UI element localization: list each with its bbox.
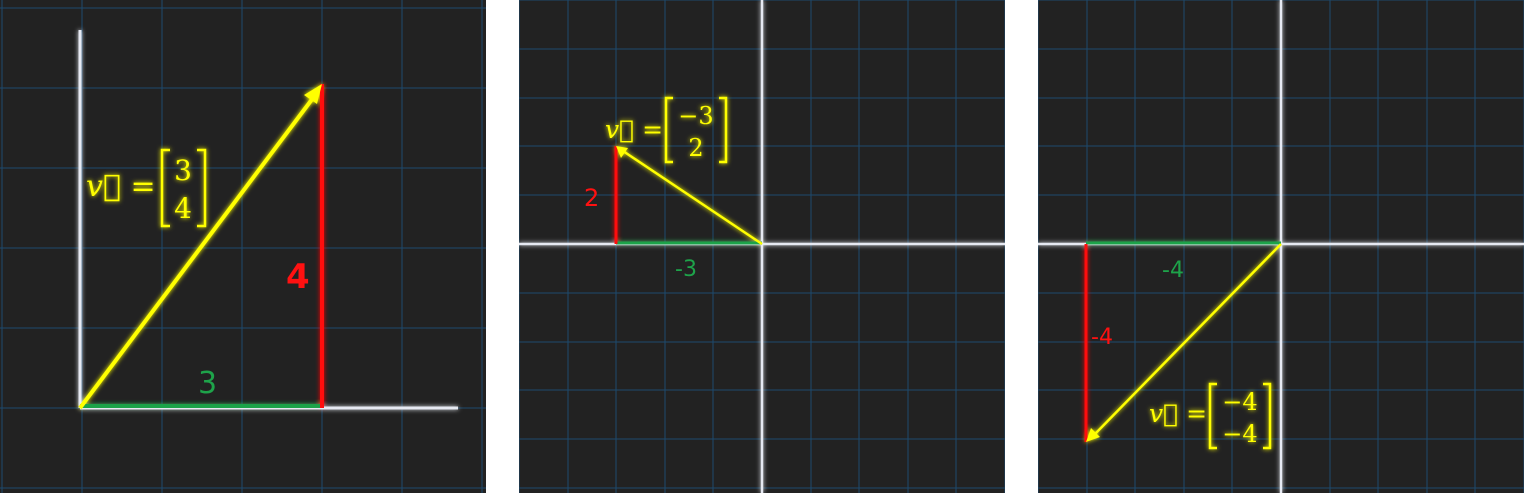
left-bracket [1208, 382, 1217, 450]
matrix-bottom: 4 [174, 192, 192, 225]
right-bracket [1263, 382, 1272, 450]
vector-label: v⃗ = [605, 115, 663, 144]
vector-panel-2: -3 2 v⃗ = −3 2 [519, 0, 1005, 493]
matrix-bottom: −4 [1222, 420, 1257, 448]
x-component-label: 3 [198, 366, 217, 401]
right-bracket [197, 148, 207, 228]
matrix-bottom: 2 [688, 134, 703, 162]
vector-panel-1: 3 4 v⃗ = 3 4 [0, 0, 486, 493]
coordinate-plane-3: -4 -4 v⃗ = −4 −4 [1038, 0, 1524, 493]
right-bracket [719, 96, 728, 164]
vector-equation: v⃗ = 3 4 [86, 148, 207, 228]
y-component-label: 4 [286, 257, 310, 297]
vector-arrow-line [622, 149, 763, 246]
matrix-top: −3 [678, 102, 713, 130]
grid-lines [0, 0, 486, 493]
vector-panel-3: -4 -4 v⃗ = −4 −4 [1038, 0, 1524, 493]
vector-label: v⃗ = [86, 169, 156, 204]
vector-label: v⃗ = [1149, 399, 1207, 428]
matrix-top: 3 [174, 154, 192, 187]
vector-arrow-head [304, 84, 322, 104]
y-component-label: 2 [584, 184, 599, 212]
matrix-top: −4 [1222, 388, 1257, 416]
vector-equation: v⃗ = −4 −4 [1149, 382, 1272, 450]
left-bracket [160, 148, 170, 228]
y-component-label: -4 [1091, 325, 1113, 350]
vector-arrow-line [78, 92, 318, 410]
x-component-label: -3 [675, 257, 697, 282]
coordinate-plane-1: 3 4 v⃗ = 3 4 [0, 0, 486, 493]
coordinate-plane-2: -3 2 v⃗ = −3 2 [519, 0, 1005, 493]
left-bracket [664, 96, 673, 164]
x-component-label: -4 [1162, 258, 1184, 283]
